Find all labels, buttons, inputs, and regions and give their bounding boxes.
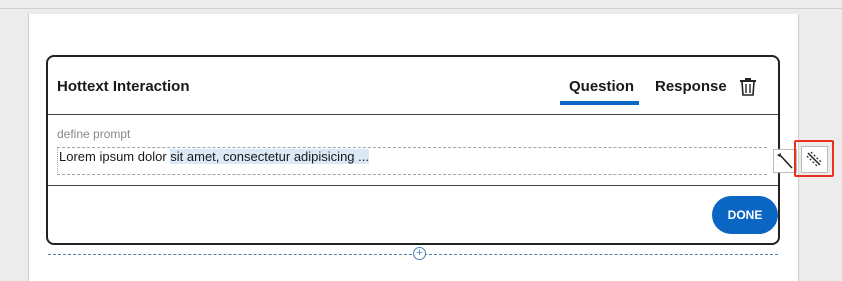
hottext-button[interactable] [801,146,828,173]
hottext-interaction-card: Hottext Interaction Question Response de… [46,55,780,245]
trash-icon[interactable] [737,76,759,98]
prompt-label: define prompt [57,127,131,141]
top-divider [0,8,842,9]
footer-divider [48,185,778,186]
done-button[interactable]: DONE [712,196,778,234]
plus-circle-icon[interactable]: + [413,247,426,260]
prompt-text: Lorem ipsum dolor [59,149,171,164]
card-title: Hottext Interaction [57,78,190,95]
magic-wand-icon [777,153,793,169]
tab-response[interactable]: Response [655,78,727,95]
card-header: Hottext Interaction Question Response [48,57,778,115]
hottext-icon [806,151,823,168]
prompt-selected-text: sit amet, consectetur adipisicing ... [170,149,369,164]
prompt-editor[interactable]: Lorem ipsum dolor sit amet, consectetur … [57,147,767,175]
tab-question[interactable]: Question [569,78,634,95]
active-tab-indicator [560,101,639,105]
